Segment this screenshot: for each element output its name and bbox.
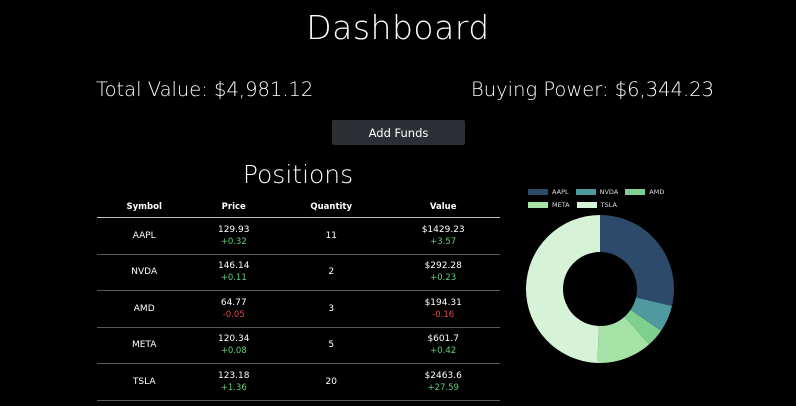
value-change: +3.57 (430, 236, 457, 247)
legend-item[interactable]: META (528, 201, 570, 209)
legend-swatch (576, 202, 597, 208)
price-cell: 64.77 -0.05 (191, 290, 277, 328)
positions-table: Symbol Price Quantity Value AAPL 129.93 +0… (97, 196, 500, 401)
dashboard-page: Dashboard Total Value: $4,981.12 Buying … (0, 0, 796, 406)
value-text: $1429.23 (421, 224, 465, 235)
price-text: 120.34 (217, 334, 250, 345)
price-change: +0.32 (220, 236, 247, 247)
symbol-text: TSLA (132, 376, 156, 387)
legend-swatch (575, 189, 596, 195)
table-row: TSLA 123.18 +1.36 20 $2463.6 +27.59 (97, 363, 500, 401)
symbol-text: META (131, 340, 157, 351)
donut-slice-aapl[interactable] (600, 215, 674, 307)
table-row: NVDA 146.14 +0.11 2 $292.28 +0.23 (97, 254, 500, 291)
quantity-cell: 20 (276, 363, 387, 401)
legend-item[interactable]: TSLA (576, 201, 617, 209)
price-text: 123.18 (217, 370, 250, 381)
price-text: 129.93 (217, 224, 250, 235)
quantity-text: 3 (328, 303, 335, 314)
value-text: $194.31 (424, 297, 462, 308)
value-cell: $1429.23 +3.57 (386, 217, 500, 255)
price-cell: 123.18 +1.36 (191, 363, 277, 401)
legend-label: META (552, 201, 570, 209)
chart-legend: AAPL NVDA AMD META TSLA (528, 188, 676, 214)
legend-item[interactable]: AAPL (528, 188, 569, 196)
legend-label: TSLA (600, 201, 617, 209)
value-change: -0.16 (432, 309, 455, 320)
buying-power: Buying Power: $6,344.23 (471, 78, 714, 101)
price-change: +0.11 (220, 273, 247, 284)
price-change: +0.08 (220, 346, 247, 357)
price-cell: 129.93 +0.32 (191, 217, 277, 255)
add-funds-button[interactable]: Add Funds (332, 120, 465, 145)
positions-table-body: AAPL 129.93 +0.32 11 $1429.23 +3.57 NVDA 146.14… (97, 217, 500, 401)
value-cell: $194.31 -0.16 (386, 290, 500, 328)
price-cell: 120.34 +0.08 (191, 327, 277, 364)
column-header-value: Value (386, 196, 500, 218)
symbol-cell: META (97, 327, 192, 364)
value-text: $292.28 (424, 261, 462, 272)
symbol-text: NVDA (131, 267, 158, 278)
price-cell: 146.14 +0.11 (191, 254, 277, 291)
positions-title: Positions (242, 160, 354, 189)
price-text: 146.14 (217, 261, 250, 272)
table-header-row: Symbol Price Quantity Value (97, 196, 500, 218)
quantity-text: 11 (325, 230, 337, 241)
column-header-price: Price (191, 196, 277, 218)
symbol-cell: TSLA (97, 363, 192, 401)
quantity-text: 20 (325, 376, 337, 387)
column-header-quantity: Quantity (276, 196, 387, 218)
quantity-cell: 2 (276, 254, 387, 291)
quantity-text: 2 (328, 267, 335, 278)
symbol-text: AAPL (132, 230, 156, 241)
value-cell: $2463.6 +27.59 (386, 363, 500, 401)
value-change: +27.59 (427, 382, 459, 393)
page-title: Dashboard (306, 8, 490, 47)
column-header-symbol: Symbol (97, 196, 192, 218)
donut-slice-tsla[interactable] (526, 215, 600, 363)
price-change: -0.05 (222, 309, 245, 320)
quantity-text: 5 (328, 340, 335, 351)
legend-label: AMD (649, 188, 665, 196)
legend-label: AAPL (552, 188, 569, 196)
value-change: +0.42 (430, 346, 457, 357)
price-text: 64.77 (220, 297, 247, 308)
legend-label: NVDA (599, 188, 619, 196)
legend-swatch (528, 189, 548, 195)
legend-swatch (625, 189, 646, 195)
value-change: +0.23 (430, 273, 457, 284)
legend-swatch (528, 202, 548, 208)
symbol-cell: AAPL (97, 217, 192, 255)
allocation-donut-chart (526, 215, 674, 363)
table-row: AAPL 129.93 +0.32 11 $1429.23 +3.57 (97, 217, 500, 255)
table-row: AMD 64.77 -0.05 3 $194.31 -0.16 (97, 290, 500, 328)
quantity-cell: 5 (276, 327, 387, 364)
quantity-cell: 11 (276, 217, 387, 255)
symbol-cell: NVDA (97, 254, 192, 291)
symbol-text: AMD (133, 303, 155, 314)
total-value: Total Value: $4,981.12 (96, 78, 314, 101)
value-text: $601.7 (427, 334, 459, 345)
legend-item[interactable]: NVDA (575, 188, 619, 196)
value-cell: $601.7 +0.42 (386, 327, 500, 364)
legend-item[interactable]: AMD (625, 188, 664, 196)
value-cell: $292.28 +0.23 (386, 254, 500, 291)
table-row: META 120.34 +0.08 5 $601.7 +0.42 (97, 327, 500, 364)
quantity-cell: 3 (276, 290, 387, 328)
price-change: +1.36 (220, 382, 247, 393)
symbol-cell: AMD (97, 290, 192, 328)
value-text: $2463.6 (424, 370, 462, 381)
